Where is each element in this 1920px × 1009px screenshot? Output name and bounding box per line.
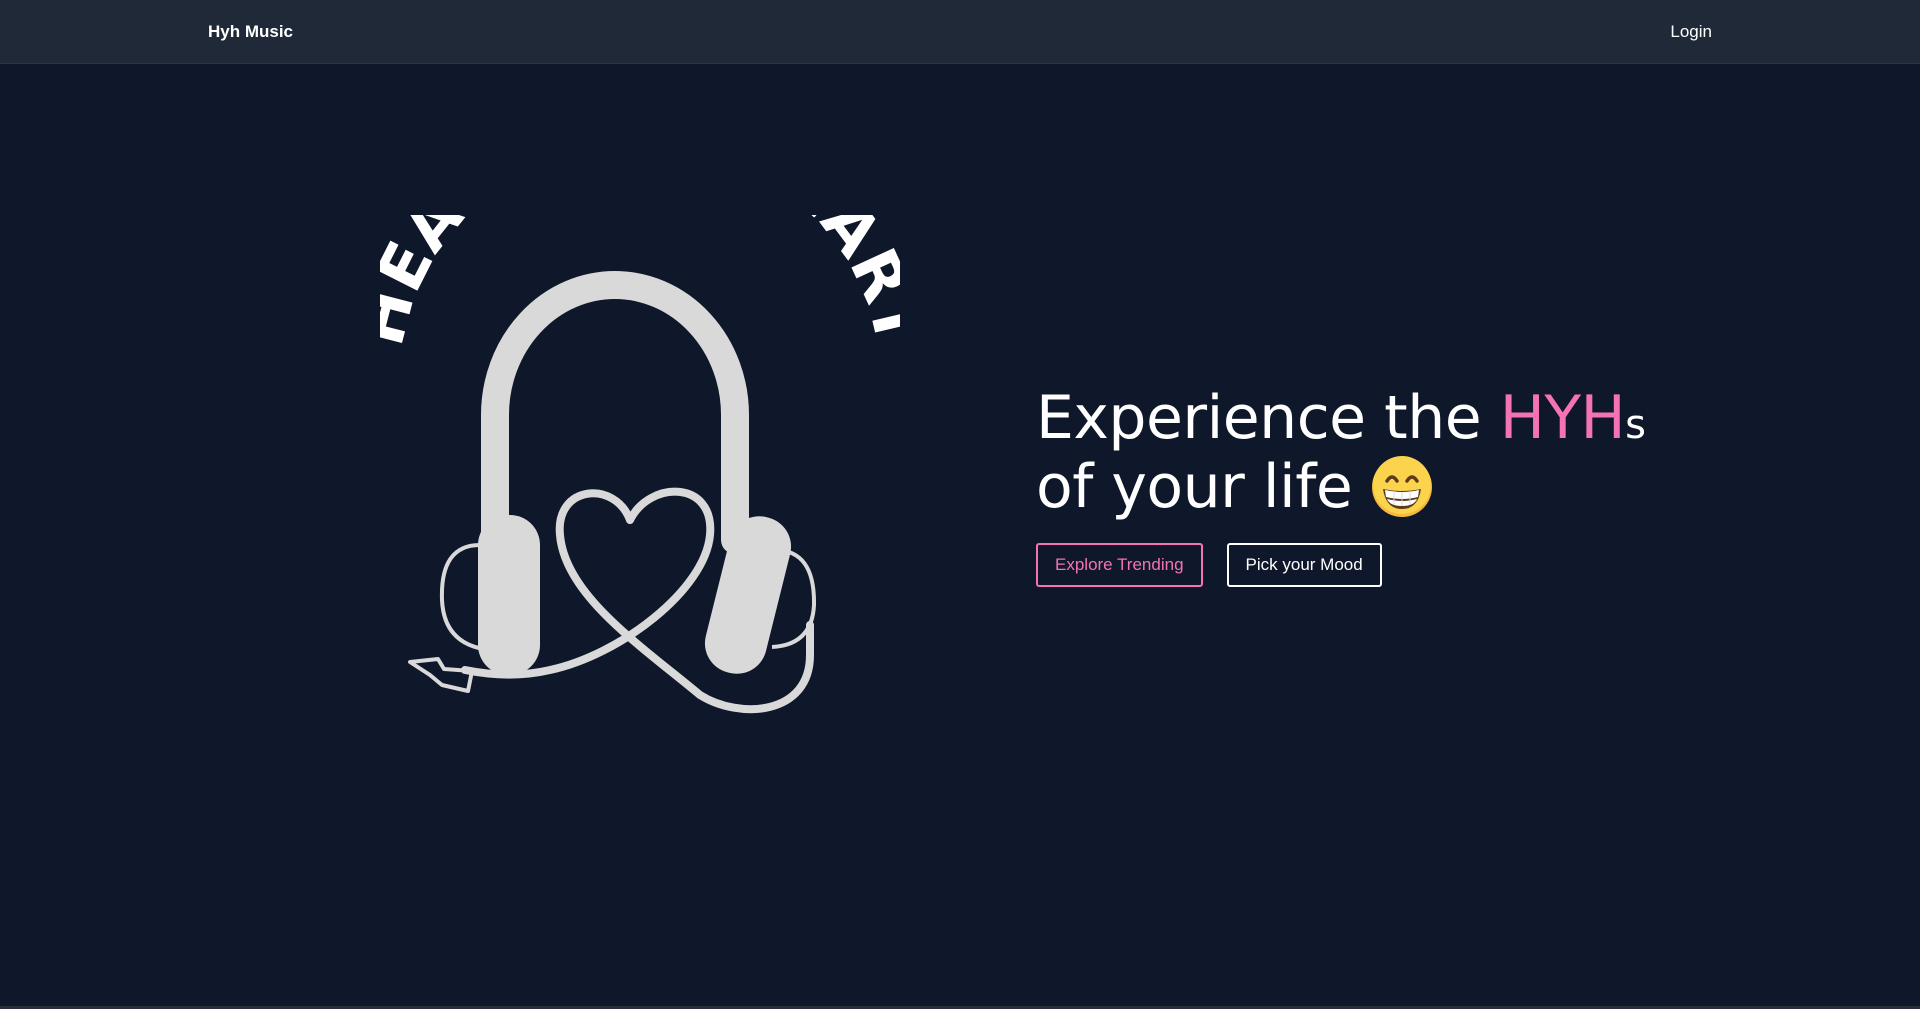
hero-text: Experience the HYHs of your life Explore…: [1036, 388, 1736, 587]
hero-headline: Experience the HYHs of your life: [1036, 388, 1736, 519]
headline-suffix: s: [1625, 402, 1646, 448]
headline-line2: of your life: [1036, 452, 1353, 522]
grinning-face-icon: [1372, 456, 1433, 517]
explore-trending-button[interactable]: Explore Trending: [1036, 543, 1203, 587]
navbar: Hyh Music Login: [0, 0, 1920, 64]
heal-your-heart-logo: HEAL YOUR HEART: [380, 215, 900, 714]
audio-jack-icon: [408, 657, 474, 693]
brand-logo-link[interactable]: Hyh Music: [208, 22, 293, 42]
headline-part1: Experience the: [1036, 383, 1500, 453]
pick-mood-button[interactable]: Pick your Mood: [1226, 543, 1382, 587]
login-link[interactable]: Login: [1670, 22, 1712, 42]
headline-accent: HYH: [1499, 383, 1626, 453]
hero-buttons: Explore Trending Pick your Mood: [1036, 543, 1736, 587]
